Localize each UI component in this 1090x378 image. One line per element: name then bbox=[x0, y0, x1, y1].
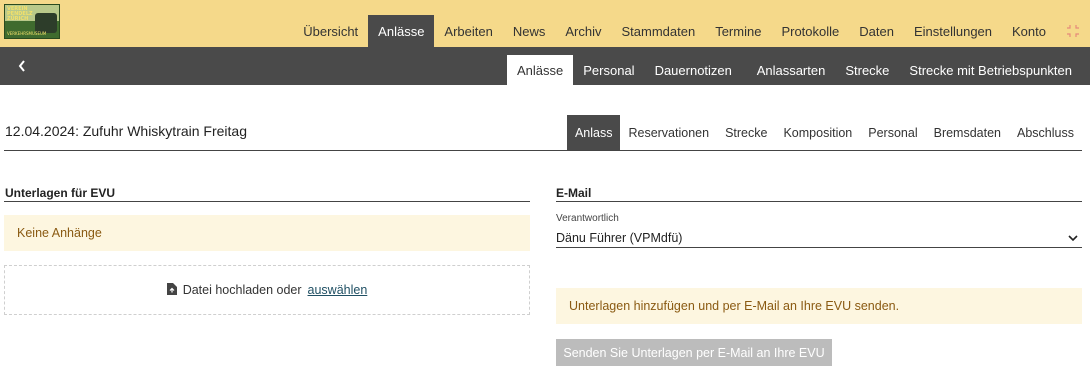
nav-item-einstellungen[interactable]: Einstellungen bbox=[904, 15, 1002, 47]
title-divider bbox=[4, 150, 1082, 151]
subnav-item-anlaesse[interactable]: Anlässe bbox=[507, 55, 574, 85]
club-logo[interactable]: VEREIN PENDELZ ZÜRICH VERKEHRSMUSEUM bbox=[4, 4, 60, 39]
sub-nav-bar: Anlässe Personal Dauernotizen Anlassarte… bbox=[0, 47, 1090, 85]
event-tabs: Anlass Reservationen Strecke Komposition… bbox=[566, 115, 1082, 150]
tab-anlass[interactable]: Anlass bbox=[566, 115, 621, 150]
expand-icon[interactable] bbox=[1056, 15, 1090, 47]
email-section-title: E-Mail bbox=[556, 186, 592, 200]
tab-bremsdaten[interactable]: Bremsdaten bbox=[926, 115, 1009, 150]
subnav-item-strecke-betriebspunkte[interactable]: Strecke mit Betriebspunkten bbox=[899, 55, 1082, 85]
nav-item-stammdaten[interactable]: Stammdaten bbox=[611, 15, 705, 47]
select-file-link[interactable]: auswählen bbox=[308, 283, 368, 297]
nav-item-termine[interactable]: Termine bbox=[705, 15, 771, 47]
file-dropzone[interactable]: Datei hochladen oder auswählen bbox=[4, 265, 530, 315]
nav-item-anlaesse[interactable]: Anlässe bbox=[368, 15, 435, 47]
email-info-notice: Unterlagen hinzufügen und per E-Mail an … bbox=[556, 288, 1082, 324]
chevron-down-icon bbox=[1068, 231, 1078, 245]
tab-strecke[interactable]: Strecke bbox=[717, 115, 775, 150]
locomotive-graphic bbox=[35, 13, 57, 33]
chevron-left-icon[interactable] bbox=[12, 47, 32, 85]
main-nav: Übersicht Anlässe Arbeiten News Archiv S… bbox=[293, 15, 1090, 47]
file-upload-icon bbox=[166, 282, 177, 298]
responsible-label: Verantwortlich bbox=[556, 213, 619, 224]
top-bar: VEREIN PENDELZ ZÜRICH VERKEHRSMUSEUM Übe… bbox=[0, 0, 1090, 47]
nav-item-archiv[interactable]: Archiv bbox=[555, 15, 611, 47]
page-title: 12.04.2024: Zufuhr Whiskytrain Freitag bbox=[5, 123, 248, 139]
tab-abschluss[interactable]: Abschluss bbox=[1009, 115, 1082, 150]
email-section-divider bbox=[556, 201, 1082, 202]
nav-item-konto[interactable]: Konto bbox=[1002, 15, 1056, 47]
tab-komposition[interactable]: Komposition bbox=[775, 115, 860, 150]
sub-nav-primary: Anlässe Personal Dauernotizen bbox=[507, 55, 742, 85]
subnav-item-personal[interactable]: Personal bbox=[573, 55, 644, 85]
no-attachments-notice: Keine Anhänge bbox=[4, 215, 530, 251]
nav-item-uebersicht[interactable]: Übersicht bbox=[293, 15, 368, 47]
nav-item-news[interactable]: News bbox=[503, 15, 556, 47]
nav-item-daten[interactable]: Daten bbox=[849, 15, 904, 47]
sub-nav-secondary: Anlassarten Strecke Strecke mit Betriebs… bbox=[747, 55, 1082, 85]
subnav-item-strecke[interactable]: Strecke bbox=[835, 55, 899, 85]
nav-item-protokolle[interactable]: Protokolle bbox=[771, 15, 849, 47]
responsible-select[interactable]: Dänu Führer (VPMdfü) bbox=[556, 228, 1082, 248]
subnav-item-dauernotizen[interactable]: Dauernotizen bbox=[645, 55, 742, 85]
evu-documents-divider bbox=[4, 201, 530, 202]
tab-personal[interactable]: Personal bbox=[860, 115, 925, 150]
tab-reservationen[interactable]: Reservationen bbox=[620, 115, 717, 150]
responsible-value: Dänu Führer (VPMdfü) bbox=[556, 230, 683, 245]
nav-item-arbeiten[interactable]: Arbeiten bbox=[434, 15, 502, 47]
evu-documents-title: Unterlagen für EVU bbox=[5, 186, 116, 200]
subnav-item-anlassarten[interactable]: Anlassarten bbox=[747, 55, 836, 85]
upload-text: Datei hochladen oder bbox=[182, 283, 302, 297]
send-documents-button[interactable]: Senden Sie Unterlagen per E-Mail an Ihre… bbox=[556, 339, 832, 366]
